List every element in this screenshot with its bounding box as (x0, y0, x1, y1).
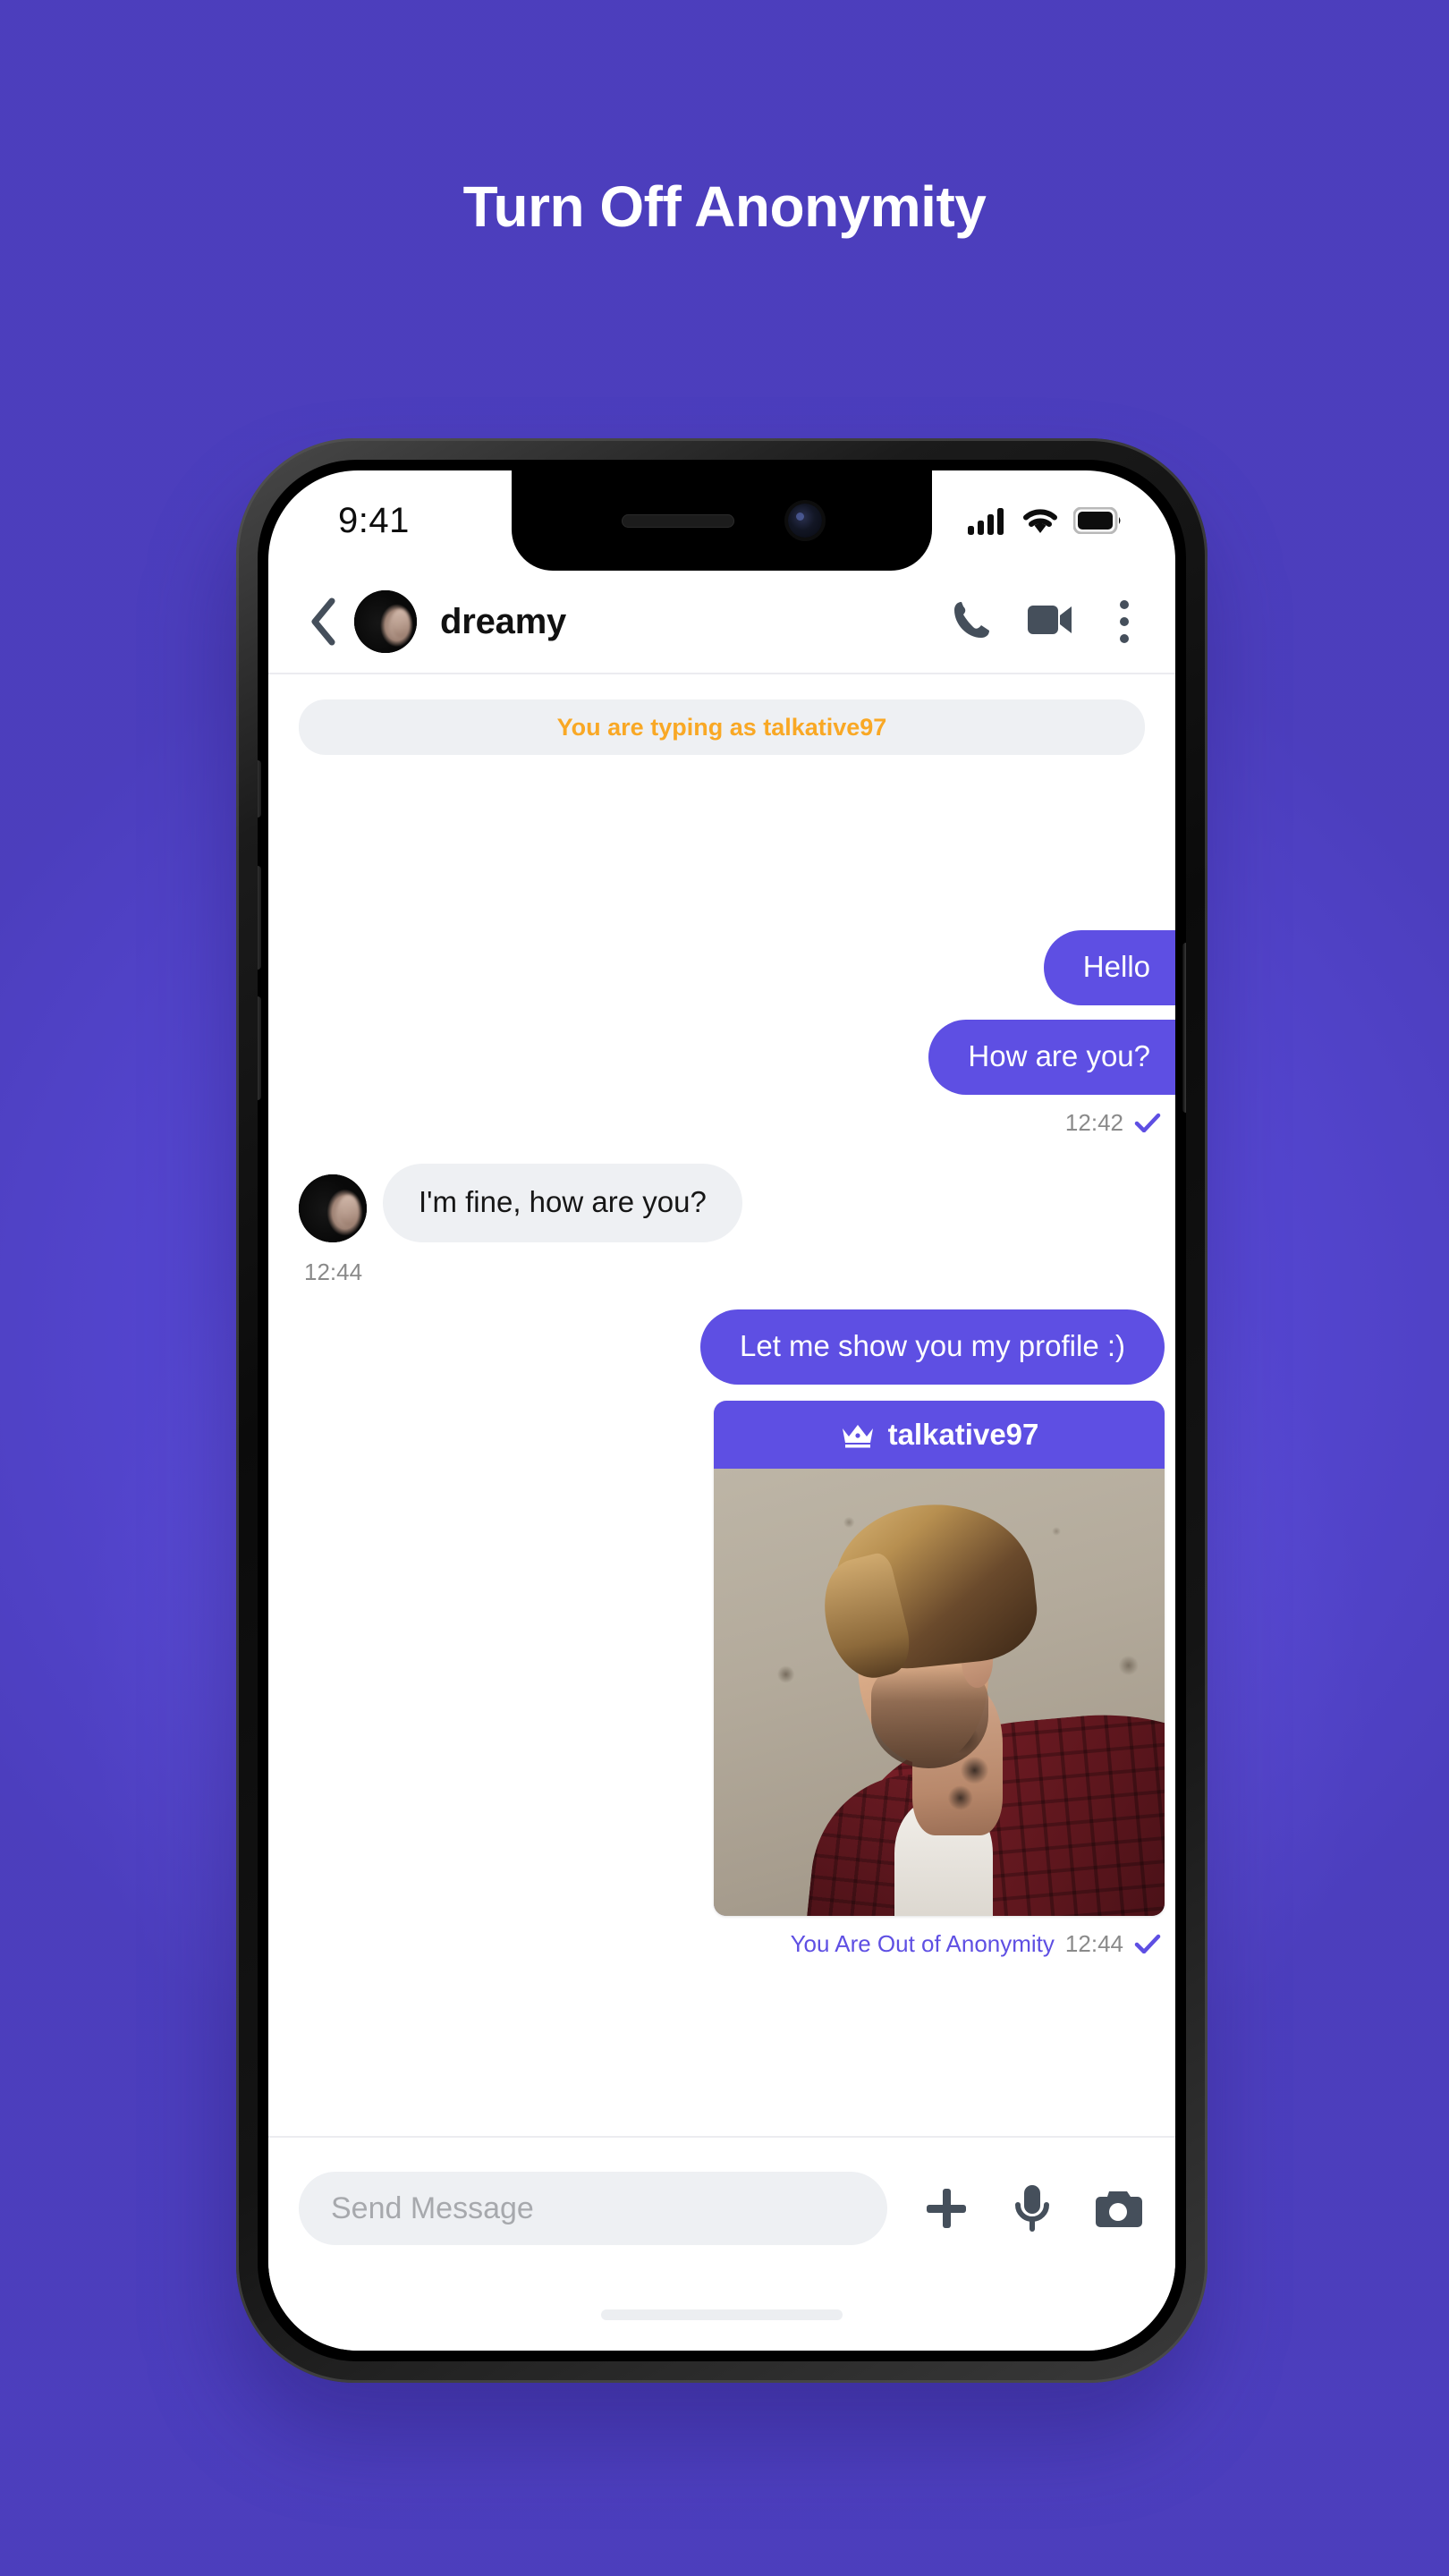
message-input-bar: Send Message (268, 2136, 1175, 2279)
message-time: 12:44 (304, 1258, 363, 1285)
message-time: 12:42 (1064, 1108, 1123, 1136)
more-options-icon (1120, 617, 1129, 626)
contact-avatar-image (354, 590, 417, 653)
message-meta-outgoing: 12:42 (268, 1109, 1175, 1137)
camera-button[interactable] (1091, 2187, 1145, 2230)
message-bubble-incoming[interactable]: I'm fine, how are you? (383, 1163, 742, 1242)
message-row-outgoing: How are you? (268, 1019, 1175, 1095)
message-input-placeholder: Send Message (331, 2190, 534, 2225)
phone-notch (512, 470, 932, 571)
profile-card-header: talkative97 (714, 1401, 1165, 1469)
contact-avatar[interactable] (354, 590, 417, 653)
profile-card[interactable]: talkative97 (714, 1400, 1165, 1916)
back-button[interactable] (297, 597, 349, 646)
home-indicator[interactable] (601, 2309, 843, 2320)
cellular-signal-icon (968, 508, 1004, 535)
page-title: Turn Off Anonymity (462, 174, 987, 239)
more-options-button[interactable] (1109, 597, 1140, 647)
profile-card-time: 12:44 (1064, 1929, 1123, 1957)
volume-up-button[interactable] (258, 866, 261, 970)
voice-record-button[interactable] (1005, 2183, 1059, 2233)
phone-bezel: 9:41 dreamy You are typing as talkative9… (258, 460, 1186, 2361)
message-avatar-image (299, 1174, 367, 1242)
profile-photo (714, 1468, 1165, 1916)
anonymity-status-label: You Are Out of Anonymity (790, 1929, 1055, 1957)
message-avatar[interactable] (299, 1174, 367, 1242)
phone-screen: 9:41 dreamy You are typing as talkative9… (268, 470, 1175, 2351)
message-bubble-outgoing[interactable]: Hello (1043, 930, 1175, 1005)
phone-call-icon (954, 601, 989, 638)
phone-mockup: 9:41 dreamy You are typing as talkative9… (236, 438, 1208, 2383)
header-actions (952, 597, 1140, 647)
message-row-outgoing: Let me show you my profile :) (268, 1309, 1175, 1385)
chat-message-list[interactable]: You are typing as talkative97 Hello How … (268, 674, 1175, 2136)
wifi-icon (1023, 509, 1057, 533)
mute-switch-button[interactable] (258, 760, 261, 818)
anonymity-banner-text: You are typing as talkative97 (556, 713, 887, 741)
home-indicator-area (268, 2279, 1175, 2351)
message-input-field[interactable]: Send Message (299, 2172, 887, 2245)
more-options-icon (1120, 600, 1129, 609)
message-row-outgoing: Hello (268, 930, 1175, 1005)
anonymity-banner: You are typing as talkative97 (299, 699, 1145, 755)
contact-name: dreamy (440, 601, 567, 641)
status-time: 9:41 (338, 500, 410, 540)
message-row-incoming: I'm fine, how are you? (268, 1163, 1175, 1242)
double-check-icon (1134, 1114, 1161, 1133)
chat-header: dreamy (268, 571, 1175, 674)
power-button[interactable] (1182, 943, 1186, 1113)
microphone-icon (1015, 2185, 1049, 2232)
volume-down-button[interactable] (258, 996, 261, 1100)
profile-card-footer: You Are Out of Anonymity 12:44 (268, 1916, 1175, 1958)
earpiece-speaker-icon (622, 513, 734, 528)
message-meta-incoming: 12:44 (268, 1258, 1175, 1286)
battery-icon (1073, 507, 1121, 534)
profile-card-username: talkative97 (887, 1417, 1039, 1451)
chevron-left-icon (311, 597, 335, 646)
message-row-profile-card: talkative97 (268, 1400, 1175, 1916)
crown-icon (842, 1424, 873, 1448)
status-icons (968, 506, 1122, 535)
video-camera-icon (1028, 605, 1072, 634)
more-options-icon (1120, 634, 1129, 643)
message-bubble-outgoing[interactable]: How are you? (928, 1019, 1175, 1095)
front-camera-icon (788, 504, 822, 538)
phone-call-button[interactable] (952, 599, 991, 645)
plus-icon (927, 2189, 966, 2228)
video-call-button[interactable] (1027, 602, 1073, 642)
check-icon (1134, 1935, 1161, 1954)
camera-icon (1096, 2191, 1142, 2227)
message-bubble-outgoing[interactable]: Let me show you my profile :) (700, 1309, 1165, 1385)
attach-button[interactable] (919, 2185, 973, 2232)
